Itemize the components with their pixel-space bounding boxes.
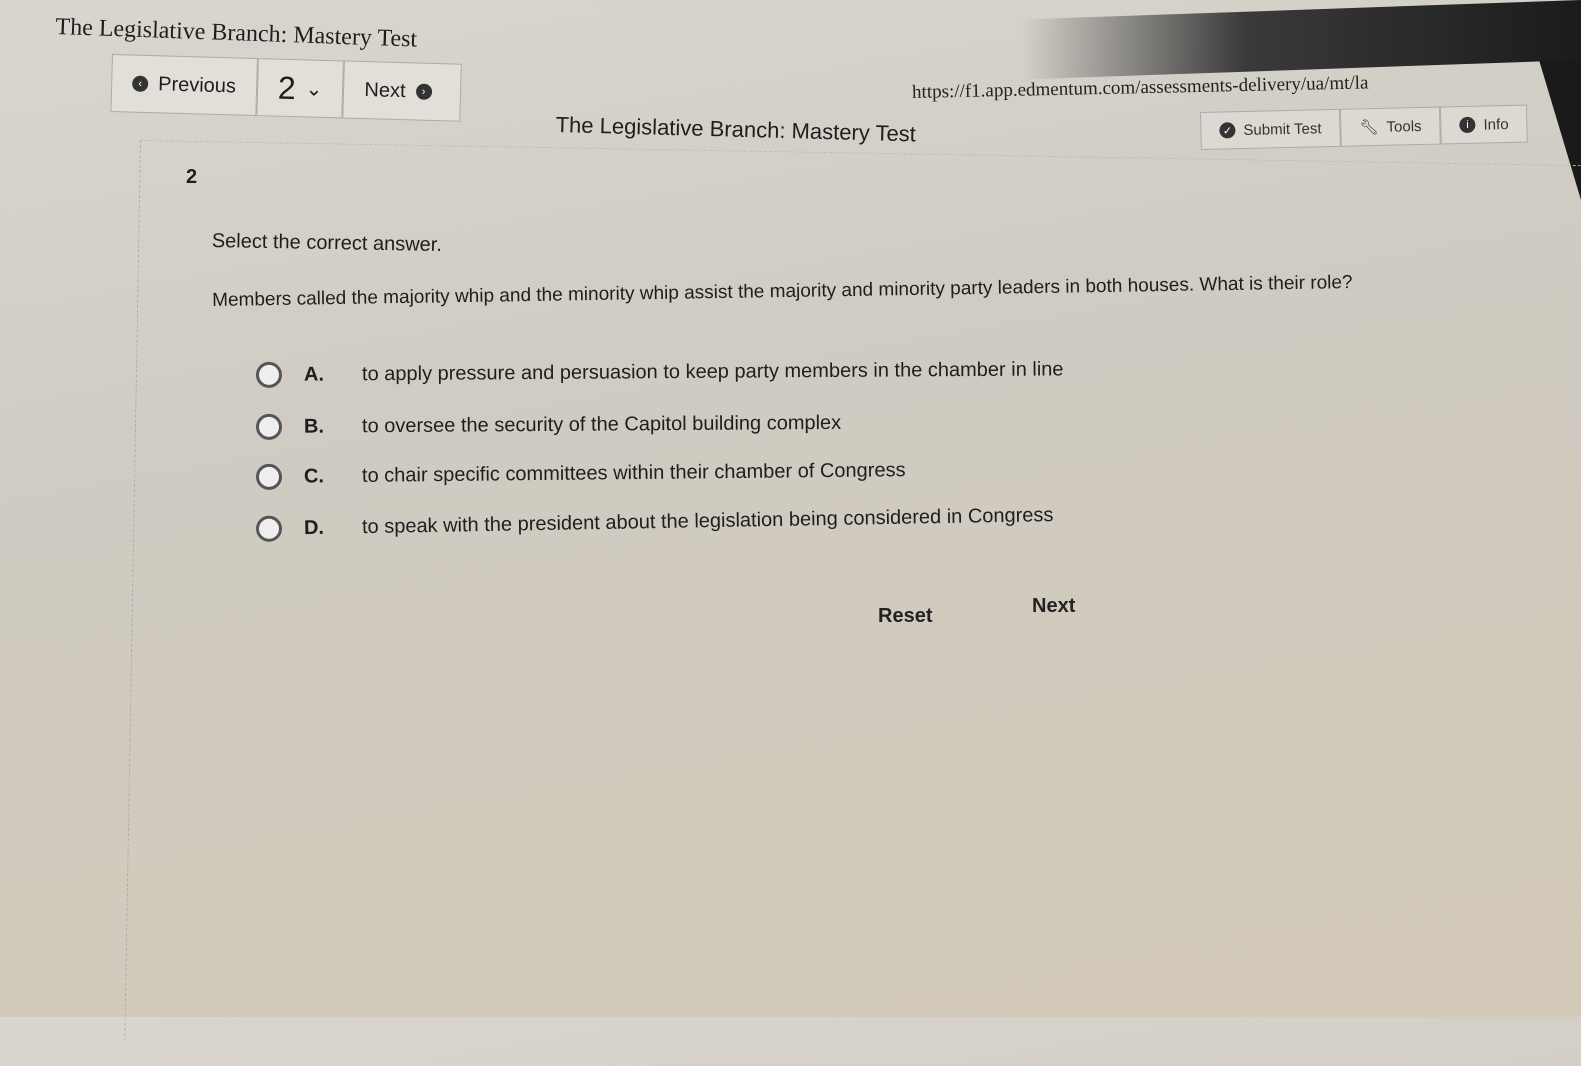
chevron-right-icon: › [415,83,432,100]
tools-button[interactable]: 🔧︎ Tools [1340,106,1441,147]
chevron-left-icon: ‹ [131,75,149,93]
question-label: 2 [186,166,198,188]
check-circle-icon: ✓ [1219,122,1236,139]
next-button[interactable]: Next [1026,594,1081,619]
question-nav: ‹ Previous 2 ⌄ Next › [110,54,462,122]
option-letter: C. [303,464,325,487]
question-number: 2 [277,69,297,106]
previous-button[interactable]: ‹ Previous [110,54,258,117]
radio-button[interactable] [255,515,283,542]
option-text: to oversee the security of the Capitol b… [361,411,842,437]
url-bar[interactable]: https://f1.app.edmentum.com/assessments-… [912,70,1482,104]
question-select[interactable]: 2 ⌄ [256,58,345,119]
option-letter: A. [303,363,325,386]
toolbar: ✓ Submit Test 🔧︎ Tools i Info [1200,104,1528,150]
window-title: The Legislative Branch: Mastery Test [55,14,418,53]
info-icon: i [1459,116,1476,134]
radio-button[interactable] [255,463,283,490]
background-keyboard [1021,0,1581,80]
page-title: The Legislative Branch: Mastery Test [555,112,917,147]
option-text: to apply pressure and persuasion to keep… [361,357,1064,385]
radio-button[interactable] [255,361,283,388]
option-b[interactable]: B. to oversee the security of the Capito… [255,410,842,440]
chevron-down-icon: ⌄ [305,77,323,101]
next-label: Next [364,78,406,102]
radio-button[interactable] [255,413,283,440]
tools-label: Tools [1386,117,1422,136]
question-panel [124,140,1581,1066]
option-text: to chair specific committees within thei… [361,458,906,487]
reset-button[interactable]: Reset [872,604,938,629]
submit-label: Submit Test [1243,119,1322,139]
option-letter: B. [303,415,325,438]
next-nav-button[interactable]: Next › [342,60,462,122]
wrench-icon: 🔧︎ [1359,118,1379,137]
option-letter: D. [303,516,325,539]
info-button[interactable]: i Info [1440,104,1528,145]
submit-test-button[interactable]: ✓ Submit Test [1200,108,1341,150]
previous-label: Previous [157,72,237,97]
instruction: Select the correct answer. [211,230,443,257]
info-label: Info [1483,115,1509,134]
